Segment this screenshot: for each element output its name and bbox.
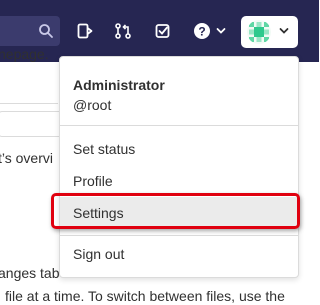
svg-text:?: ? [198, 25, 205, 39]
menu-divider [60, 235, 298, 236]
user-name: Administrator [73, 77, 165, 93]
user-dropdown-menu: Administrator @root Set status Profile S… [59, 56, 299, 278]
settings-menu-item[interactable]: Settings [60, 197, 298, 229]
chevron-down-icon[interactable] [216, 27, 226, 35]
profile-menu-item[interactable]: Profile [60, 165, 298, 197]
search-box[interactable] [0, 16, 60, 46]
user-menu-button[interactable] [241, 16, 298, 48]
issues-icon[interactable] [73, 19, 97, 43]
bg-text-fragment: nepage. [0, 46, 49, 62]
sign-out-menu-item[interactable]: Sign out [60, 238, 298, 270]
set-status-menu-item[interactable]: Set status [60, 133, 298, 165]
menu-divider [60, 125, 298, 126]
user-handle: @root [73, 97, 112, 113]
divider [0, 103, 58, 104]
bg-text-fragment: t’s overvi [0, 150, 53, 166]
help-icon[interactable]: ? [190, 19, 214, 43]
search-icon [39, 24, 53, 38]
bg-text-fragment: anges tab [0, 265, 60, 281]
todo-icon[interactable] [151, 19, 175, 43]
bg-text-fragment: file at a time. To switch between files,… [5, 288, 285, 304]
avatar [247, 20, 271, 44]
chevron-down-icon [279, 28, 289, 34]
merge-request-icon[interactable] [111, 19, 135, 43]
